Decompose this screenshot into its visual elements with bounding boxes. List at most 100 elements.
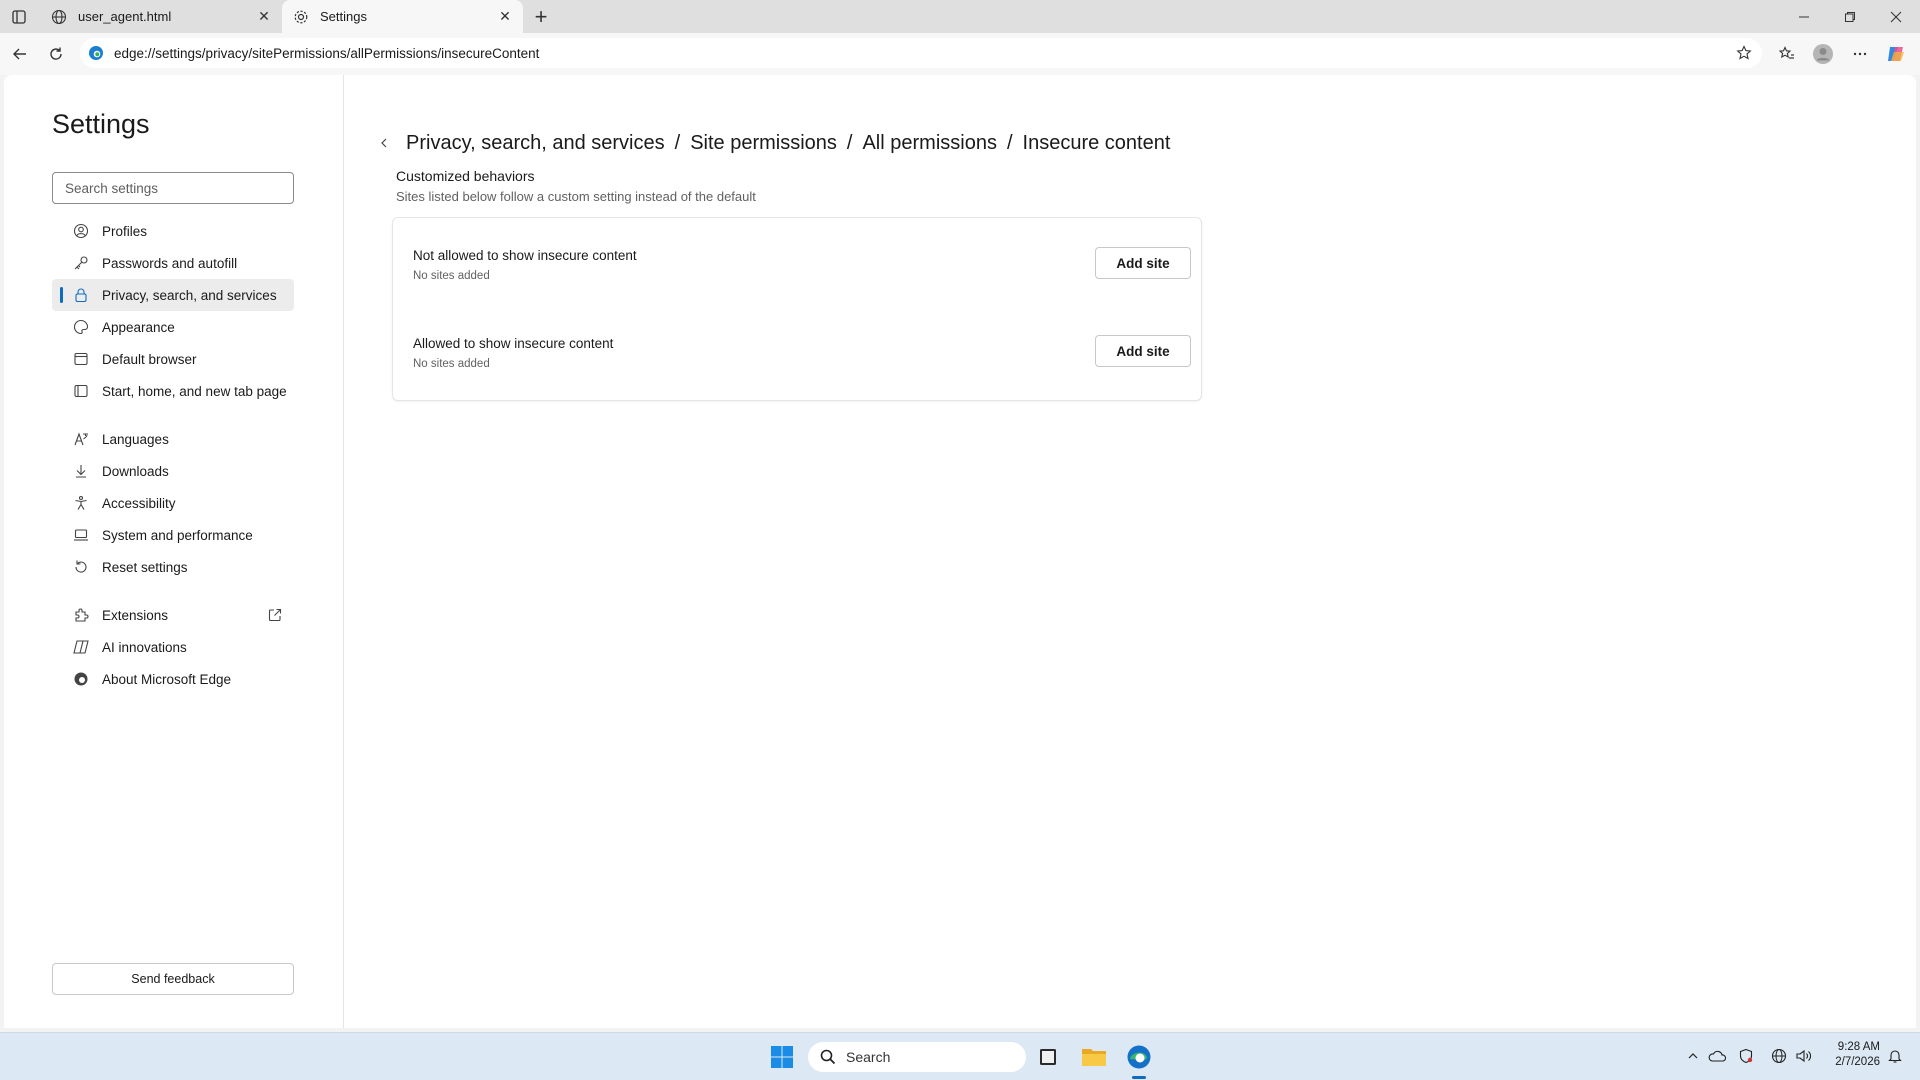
appearance-icon	[72, 318, 90, 336]
breadcrumb: Privacy, search, and services / Site per…	[372, 123, 1170, 163]
copilot-icon[interactable]	[1882, 40, 1910, 68]
task-view-icon[interactable]	[1032, 1041, 1064, 1073]
avatar[interactable]	[1809, 40, 1837, 68]
blocked-sites-row: Not allowed to show insecure content No …	[393, 218, 1201, 306]
tab-settings[interactable]: Settings ✕	[282, 0, 523, 33]
permissions-card: Not allowed to show insecure content No …	[392, 217, 1202, 401]
gear-icon	[292, 8, 310, 26]
row-subtitle: No sites added	[413, 358, 490, 370]
url-text: edge://settings/privacy/sitePermissions/…	[114, 45, 540, 61]
sidebar-item-label: Default browser	[102, 351, 197, 367]
clock-date: 2/7/2026	[1835, 1056, 1880, 1068]
active-app-indicator	[1132, 1076, 1146, 1079]
breadcrumb-insecure-content: Insecure content	[1022, 131, 1171, 154]
sidebar-item-default-browser[interactable]: Default browser	[52, 343, 294, 375]
restore-icon[interactable]	[1827, 0, 1873, 33]
windows-start-icon[interactable]	[766, 1041, 798, 1073]
sidebar-item-reset[interactable]: Reset settings	[52, 551, 294, 583]
taskbar-search[interactable]: Search	[808, 1042, 1026, 1072]
sidebar-item-label: Privacy, search, and services	[102, 287, 277, 303]
volume-icon[interactable]	[1793, 1045, 1815, 1067]
settings-sidebar: Settings Profiles Passwords and autofill…	[4, 75, 344, 1028]
sidebar-item-label: Passwords and autofill	[102, 255, 238, 271]
row-title: Allowed to show insecure content	[413, 336, 614, 351]
browser-toolbar: edge://settings/privacy/sitePermissions/…	[0, 33, 1920, 75]
edge-icon	[88, 45, 104, 61]
sidebar-item-languages[interactable]: Languages	[52, 423, 294, 455]
minimize-icon[interactable]	[1781, 0, 1827, 33]
close-window-icon[interactable]	[1873, 0, 1919, 33]
browser-icon	[72, 350, 90, 368]
search-placeholder: Search	[846, 1049, 891, 1065]
page-title: Settings	[52, 109, 150, 139]
sidebar-item-system[interactable]: System and performance	[52, 519, 294, 551]
ai-icon	[72, 638, 90, 656]
sidebar-item-accessibility[interactable]: Accessibility	[52, 487, 294, 519]
section-subtitle: Sites listed below follow a custom setti…	[396, 189, 756, 204]
more-options-icon[interactable]	[1846, 40, 1874, 68]
sidebar-item-profiles[interactable]: Profiles	[52, 215, 294, 247]
breadcrumb-privacy[interactable]: Privacy, search, and services	[406, 132, 665, 155]
close-tab-icon[interactable]: ✕	[252, 5, 276, 29]
clock-time: 9:28 AM	[1837, 1041, 1880, 1053]
add-blocked-site-button[interactable]: Add site	[1095, 247, 1191, 279]
sidebar-item-label: Extensions	[102, 607, 169, 623]
sidebar-item-label: Accessibility	[102, 495, 176, 511]
security-icon[interactable]	[1735, 1045, 1757, 1067]
sidebar-item-ai-innovations[interactable]: AI innovations	[52, 631, 294, 663]
breadcrumb-separator: /	[1006, 131, 1013, 154]
tab-title: user_agent.html	[78, 9, 172, 24]
refresh-icon[interactable]	[42, 40, 70, 68]
sidebar-item-about[interactable]: About Microsoft Edge	[52, 663, 294, 695]
lock-icon	[72, 286, 90, 304]
sidebar-item-start-home[interactable]: Start, home, and new tab page	[52, 375, 294, 407]
sidebar-item-label: AI innovations	[102, 639, 187, 655]
edge-icon	[72, 670, 90, 688]
row-subtitle: No sites added	[413, 270, 490, 282]
sidebar-item-privacy[interactable]: Privacy, search, and services	[52, 279, 294, 311]
search-icon	[820, 1049, 836, 1065]
globe-icon	[50, 8, 68, 26]
allowed-sites-row: Allowed to show insecure content No site…	[393, 306, 1201, 394]
notification-icon[interactable]	[1884, 1045, 1906, 1067]
sidebar-item-extensions[interactable]: Extensions	[52, 599, 294, 631]
back-icon[interactable]	[6, 40, 34, 68]
network-icon[interactable]	[1768, 1045, 1790, 1067]
breadcrumb-site-permissions[interactable]: Site permissions	[690, 132, 837, 155]
add-allowed-site-button[interactable]: Add site	[1095, 335, 1191, 367]
sidebar-item-passwords[interactable]: Passwords and autofill	[52, 247, 294, 279]
sidebar-item-downloads[interactable]: Downloads	[52, 455, 294, 487]
breadcrumb-separator: /	[674, 131, 681, 154]
breadcrumb-all-permissions[interactable]: All permissions	[862, 132, 996, 155]
sidebar-item-label: Appearance	[102, 319, 175, 335]
accessibility-icon	[72, 494, 90, 512]
key-icon	[72, 254, 90, 272]
edge-taskbar-icon[interactable]	[1123, 1041, 1155, 1073]
address-bar[interactable]: edge://settings/privacy/sitePermissions/…	[80, 38, 1762, 68]
close-tab-icon[interactable]: ✕	[493, 5, 517, 29]
onedrive-icon[interactable]	[1706, 1045, 1728, 1067]
chevron-left-icon[interactable]	[372, 131, 396, 155]
reset-icon	[72, 558, 90, 576]
file-explorer-icon[interactable]	[1078, 1041, 1110, 1073]
sidebar-item-label: Reset settings	[102, 559, 188, 575]
chevron-up-icon[interactable]	[1682, 1045, 1704, 1067]
sidebar-item-label: Profiles	[102, 223, 148, 239]
home-icon	[72, 382, 90, 400]
profile-icon	[72, 222, 90, 240]
tab-actions-icon[interactable]	[6, 5, 32, 29]
external-link-icon[interactable]	[266, 606, 284, 624]
search-input[interactable]	[52, 172, 294, 204]
tab-strip: user_agent.html ✕ Settings ✕ +	[0, 0, 1920, 33]
languages-icon	[72, 430, 90, 448]
tab-user-agent[interactable]: user_agent.html ✕	[40, 0, 282, 33]
favorite-star-icon[interactable]	[1730, 39, 1758, 67]
send-feedback-button[interactable]: Send feedback	[52, 963, 294, 995]
sidebar-item-label: Downloads	[102, 463, 169, 479]
sidebar-item-label: About Microsoft Edge	[102, 671, 232, 687]
system-clock[interactable]: 9:28 AM 2/7/2026	[1820, 1040, 1880, 1070]
row-title: Not allowed to show insecure content	[413, 248, 637, 263]
favorites-icon[interactable]	[1773, 40, 1801, 68]
sidebar-item-appearance[interactable]: Appearance	[52, 311, 294, 343]
new-tab-button[interactable]: +	[528, 4, 554, 30]
